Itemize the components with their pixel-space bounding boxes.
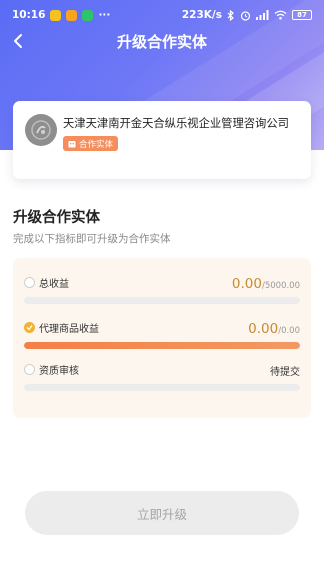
avatar bbox=[25, 114, 57, 146]
battery-level: 87 bbox=[297, 11, 307, 19]
status-more: ··· bbox=[98, 9, 111, 21]
progress-track bbox=[24, 384, 300, 391]
metric-label: 总收益 bbox=[39, 279, 69, 290]
metric-label: 代理商品收益 bbox=[39, 324, 99, 335]
wifi-icon bbox=[274, 10, 287, 20]
metric-value: 0.00/0.00 bbox=[248, 318, 300, 337]
progress-track bbox=[24, 297, 300, 304]
app-icon-yellow bbox=[50, 9, 62, 21]
status-bar: 10:16 ··· 223K/s 87 bbox=[0, 0, 324, 30]
section-title: 升级合作实体 bbox=[13, 210, 100, 226]
progress-fill bbox=[24, 342, 300, 349]
metrics-panel: 总收益 0.00/5000.00 代理商品收益 0.00/0.00 资质审核 待… bbox=[13, 258, 311, 418]
nav-bar: 升级合作实体 bbox=[0, 28, 324, 54]
qualification-status: 待提交 bbox=[270, 367, 300, 378]
network-speed: 223K/s bbox=[181, 9, 222, 21]
progress-track bbox=[24, 342, 300, 349]
metric-value: 0.00/5000.00 bbox=[232, 273, 300, 292]
metric-target: /5000.00 bbox=[261, 281, 300, 291]
metric-total-income: 总收益 0.00/5000.00 bbox=[24, 272, 300, 304]
status-time: 10:16 bbox=[12, 9, 46, 21]
section-subtitle: 完成以下指标即可升级为合作实体 bbox=[13, 233, 171, 245]
building-icon bbox=[68, 140, 76, 147]
battery-icon: 87 bbox=[292, 10, 312, 20]
metric-status: 待提交 bbox=[270, 360, 300, 379]
metric-current: 0.00 bbox=[231, 276, 262, 292]
metric-qualification: 资质审核 待提交 bbox=[24, 359, 300, 391]
upgrade-button[interactable]: 立即升级 bbox=[25, 491, 299, 535]
metric-agent-income: 代理商品收益 0.00/0.00 bbox=[24, 317, 300, 349]
metric-current: 0.00 bbox=[248, 321, 279, 337]
metric-label: 资质审核 bbox=[39, 366, 79, 377]
entity-badge-label: 合作实体 bbox=[79, 139, 114, 150]
app-icon-orange bbox=[66, 9, 78, 21]
alarm-icon bbox=[240, 10, 251, 21]
signal-icon bbox=[256, 10, 269, 20]
unchecked-circle-icon bbox=[24, 277, 35, 288]
metric-target: /0.00 bbox=[278, 326, 300, 336]
check-circle-icon bbox=[24, 322, 35, 333]
company-name: 天津天津南开金天合纵乐视企业管理咨询公司 bbox=[63, 117, 289, 130]
app-icon-green bbox=[82, 9, 94, 21]
company-card: 天津天津南开金天合纵乐视企业管理咨询公司 合作实体 bbox=[13, 101, 311, 179]
entity-badge: 合作实体 bbox=[63, 136, 119, 151]
page-title: 升级合作实体 bbox=[116, 33, 207, 51]
company-logo-icon bbox=[31, 120, 51, 140]
bluetooth-icon bbox=[227, 9, 234, 21]
unchecked-circle-icon bbox=[24, 364, 35, 375]
